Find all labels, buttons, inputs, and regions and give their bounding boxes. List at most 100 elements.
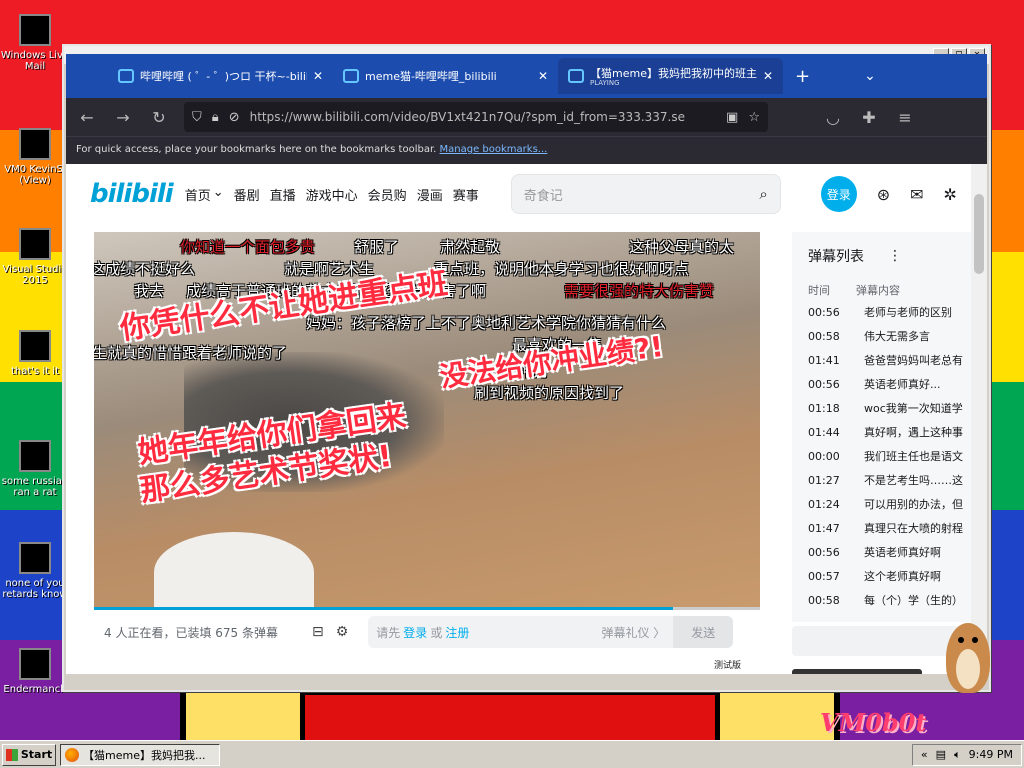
desktop-icon-visual-studio[interactable]: Visual Studio 2015 [0, 228, 70, 286]
firefox-icon [65, 747, 79, 762]
pocket-icon[interactable]: ◡ [822, 108, 844, 127]
desktop-icon-ie[interactable]: some russian ran a rat [0, 440, 70, 498]
nav-manga[interactable]: 漫画 [417, 185, 443, 204]
danmaku-time: 00:58 [808, 329, 840, 343]
manage-bookmarks-link[interactable]: Manage bookmarks... [440, 144, 548, 155]
tray-expand-icon[interactable]: « [921, 748, 928, 761]
video-player[interactable]: 你知道一个面包多贵 舒服了 肃然起敬 这种父母真的太 这成绩不挺好么 就是啊艺术… [94, 232, 760, 607]
wallpaper-mouth [300, 690, 720, 744]
danmaku-list-panel: 弹幕列表 ⋮ 时间 弹幕内容 00:56 老师与老师的区别 00:58 伟大无需多言 0… [792, 232, 971, 622]
danmaku: 妈妈：孩子落榜了上不了奥地利艺术学院你猜猜有什么 [306, 314, 667, 332]
new-tab-button[interactable]: + [795, 66, 810, 87]
browser-window: _ □ × 哔哩哔哩 ( ゜- ゜)つロ 干杯~-bilibili ✕ meme… [62, 44, 991, 692]
desktop-icon-folder[interactable]: that's it it [0, 330, 70, 377]
tab-bilibili-home[interactable]: 哔哩哔哩 ( ゜- ゜)つロ 干杯~-bilibili ✕ [108, 58, 333, 94]
hamster-belly [956, 649, 980, 689]
danmaku-content: 真好啊，遇上这种事 [864, 426, 963, 439]
danmaku: 舒服了 [354, 238, 400, 256]
tab-title: 【猫meme】我妈把我初中的班主任 PLAYING [590, 67, 757, 87]
nav-shop[interactable]: 会员购 [368, 185, 407, 204]
danmaku-settings-icon[interactable]: ⚙ [336, 624, 349, 640]
danmaku-time: 00:56 [808, 545, 840, 559]
taskbar-item-label: 【猫meme】我妈把我... [83, 748, 206, 762]
permissions-icon[interactable]: ⊘ [229, 110, 240, 125]
scrollbar-thumb[interactable] [974, 194, 984, 274]
volume-icon[interactable]: 🔈︎ [954, 748, 961, 762]
nav-anime[interactable]: 番剧 [234, 185, 260, 204]
message-icon[interactable]: ✉ [910, 185, 923, 204]
nav-games[interactable]: 游戏中心 [306, 185, 358, 204]
danmaku-list-row[interactable]: 01:44 真好啊，遇上这种事 [792, 420, 971, 444]
close-tab-icon[interactable]: ✕ [538, 69, 548, 83]
danmaku-time: 00:58 [808, 593, 840, 607]
bilibili-tv-icon [343, 69, 359, 83]
shield-icon[interactable]: ⛉ [192, 110, 202, 125]
picture-in-picture-icon[interactable]: ▣ [726, 110, 738, 125]
danmaku-list-row[interactable]: 00:56 英语老师真好... [792, 372, 971, 396]
nav-live[interactable]: 直播 [270, 185, 296, 204]
tab-video-playing[interactable]: 【猫meme】我妈把我初中的班主任 PLAYING ✕ [558, 58, 783, 94]
network-icon[interactable]: ▤ [936, 748, 946, 761]
nav-home[interactable]: 首页 [185, 185, 211, 204]
danmaku-content: 真理只在大喷的射程 [864, 522, 963, 535]
bilibili-logo[interactable]: bilibili [90, 179, 174, 209]
desktop-icon-view[interactable]: VM0 KevinSi (View) [0, 128, 70, 186]
mail-icon [19, 14, 51, 46]
danmaku-time: 01:24 [808, 497, 840, 511]
desktop-icon-mail[interactable]: Windows Live Mail [0, 14, 70, 72]
danmaku-toggle-icon[interactable]: ⊟ [312, 624, 324, 640]
tab-title: 哔哩哔哩 ( ゜- ゜)つロ 干杯~-bilibili [140, 70, 307, 83]
windows-logo-icon [5, 748, 18, 761]
nav-esports[interactable]: 赛事 [453, 185, 479, 204]
danmaku-time: 00:56 [808, 377, 840, 391]
register-link[interactable]: 注册 [445, 624, 469, 641]
danmaku-content: 老师与老师的区别 [864, 306, 952, 319]
membership-icon[interactable]: ⊛ [877, 185, 890, 204]
danmaku-list-row[interactable]: 01:47 真理只在大喷的射程 [792, 516, 971, 540]
taskbar-item-firefox[interactable]: 【猫meme】我妈把我... [60, 743, 220, 766]
danmaku-list-row[interactable]: 01:27 不是艺考生吗……这 [792, 468, 971, 492]
back-arrow-icon[interactable]: ← [76, 108, 98, 127]
danmaku-input[interactable]: 请先 登录 或 注册 弹幕礼仪 〉 发送 [368, 616, 734, 648]
visual-studio-icon [19, 228, 51, 260]
ie-icon [19, 440, 51, 472]
login-link[interactable]: 登录 [403, 624, 427, 641]
desktop-icon-endermanch[interactable]: Endermanch [0, 648, 70, 695]
danmaku-list-row[interactable]: 00:56 英语老师真好啊 [792, 540, 971, 564]
video-progress-bar[interactable] [94, 607, 760, 610]
login-button[interactable]: 登录 [820, 176, 857, 212]
danmaku-list-row[interactable]: 01:24 可以用别的办法，但 [792, 492, 971, 516]
danmaku-list-row[interactable]: 01:18 woc我第一次知道学 [792, 396, 971, 420]
start-button[interactable]: Start [2, 743, 56, 766]
close-tab-icon[interactable]: ✕ [313, 69, 323, 83]
menu-icon[interactable]: ≡ [894, 108, 916, 127]
tab-meme-cat[interactable]: meme猫-哔哩哔哩_bilibili ✕ [333, 58, 558, 94]
extensions-icon[interactable]: ✚ [858, 108, 880, 127]
send-button[interactable]: 发送 [673, 616, 734, 648]
video-info-bar: 4 人正在看，已装填 675 条弹幕 ⊟ ⚙ 请先 登录 或 注册 弹幕礼仪 〉… [94, 614, 760, 650]
bookmarks-hint: For quick access, place your bookmarks h… [76, 144, 437, 155]
danmaku-content: 不是艺考生吗……这 [864, 474, 963, 487]
danmaku-list-row[interactable]: 00:56 老师与老师的区别 [792, 300, 971, 324]
address-bar[interactable]: ⛉ 🔒︎ ⊘ https://www.bilibili.com/video/BV… [184, 102, 768, 132]
danmaku-list-row[interactable]: 01:41 爸爸营妈妈叫老总有 [792, 348, 971, 372]
reload-icon[interactable]: ↻ [148, 108, 170, 127]
url-text[interactable]: https://www.bilibili.com/video/BV1xt421n… [250, 110, 716, 124]
clock[interactable]: 9:49 PM [969, 748, 1013, 761]
lock-icon[interactable]: 🔒︎ [212, 110, 219, 125]
search-icon[interactable]: ⌕ [759, 185, 767, 203]
desktop-icon-opera[interactable]: none of you retards know [0, 542, 70, 600]
chevron-down-icon[interactable]: ⌄ [864, 68, 876, 84]
vertical-scrollbar[interactable] [971, 164, 987, 674]
danmaku-list-row[interactable]: 00:57 这个老师真好啊 [792, 564, 971, 588]
danmaku-content: 我们班主任也是语文 [864, 450, 963, 463]
dynamic-icon[interactable]: ✲ [944, 185, 957, 204]
bookmark-star-icon[interactable]: ☆ [748, 110, 760, 125]
more-options-icon[interactable]: ⋮ [888, 248, 902, 264]
danmaku-list-row[interactable]: 00:58 伟大无需多言 [792, 324, 971, 348]
forward-arrow-icon[interactable]: → [112, 108, 134, 127]
danmaku-etiquette-link[interactable]: 弹幕礼仪 〉 [601, 624, 665, 641]
search-input[interactable]: 奇食记 ⌕ [510, 174, 781, 214]
danmaku-list-row[interactable]: 00:00 我们班主任也是语文 [792, 444, 971, 468]
close-tab-icon[interactable]: ✕ [763, 69, 773, 83]
